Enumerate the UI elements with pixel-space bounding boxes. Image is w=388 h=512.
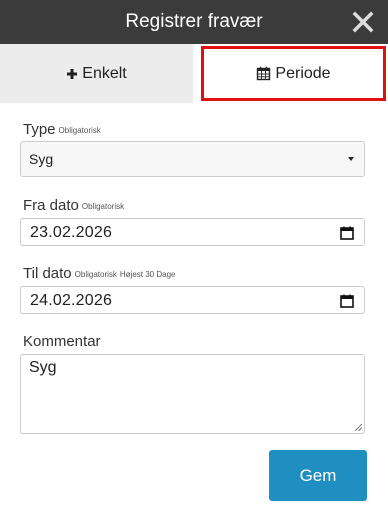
save-button[interactable]: Gem	[269, 450, 367, 501]
tab-periode-label: Periode	[275, 64, 331, 82]
type-label: Type Obligatorisk	[23, 121, 101, 138]
to-date-label-text: Til dato	[23, 265, 72, 282]
to-date-input[interactable]: 24.02.2026	[20, 286, 365, 314]
comment-value: Syg	[29, 359, 57, 376]
from-date-label: Fra dato Obligatorisk	[23, 197, 124, 214]
tab-bar: Enkelt Periode	[0, 44, 388, 103]
resize-grip-icon[interactable]	[354, 423, 362, 431]
type-select[interactable]: Syg	[20, 141, 365, 177]
calendar-icon[interactable]	[340, 294, 354, 308]
tab-enkelt[interactable]: Enkelt	[0, 44, 193, 103]
to-date-max-note: Højest 30 Dage	[119, 270, 176, 279]
plus-icon	[67, 68, 78, 79]
type-required-note: Obligatorisk	[58, 126, 101, 135]
calendar-icon[interactable]	[340, 226, 354, 240]
caret-down-icon	[348, 157, 354, 161]
dialog-header: Registrer fravær	[0, 0, 388, 44]
comment-label-text: Kommentar	[23, 333, 101, 350]
calendar-icon	[257, 66, 271, 81]
close-button[interactable]	[352, 11, 374, 33]
from-date-input[interactable]: 23.02.2026	[20, 218, 365, 246]
to-date-value: 24.02.2026	[30, 292, 113, 309]
dialog-title: Registrer fravær	[125, 11, 263, 32]
comment-textarea[interactable]: Syg	[20, 354, 365, 434]
close-icon	[352, 11, 374, 33]
to-date-label: Til dato Obligatorisk Højest 30 Dage	[23, 265, 175, 282]
tab-periode[interactable]: Periode	[199, 44, 388, 103]
from-date-required-note: Obligatorisk	[81, 202, 125, 211]
to-date-required-note: Obligatorisk	[74, 270, 117, 279]
type-label-text: Type	[23, 121, 56, 138]
comment-label: Kommentar	[23, 333, 101, 350]
from-date-label-text: Fra dato	[23, 197, 79, 214]
tab-enkelt-label: Enkelt	[82, 64, 127, 82]
from-date-value: 23.02.2026	[30, 224, 113, 241]
type-select-value: Syg	[29, 151, 54, 167]
